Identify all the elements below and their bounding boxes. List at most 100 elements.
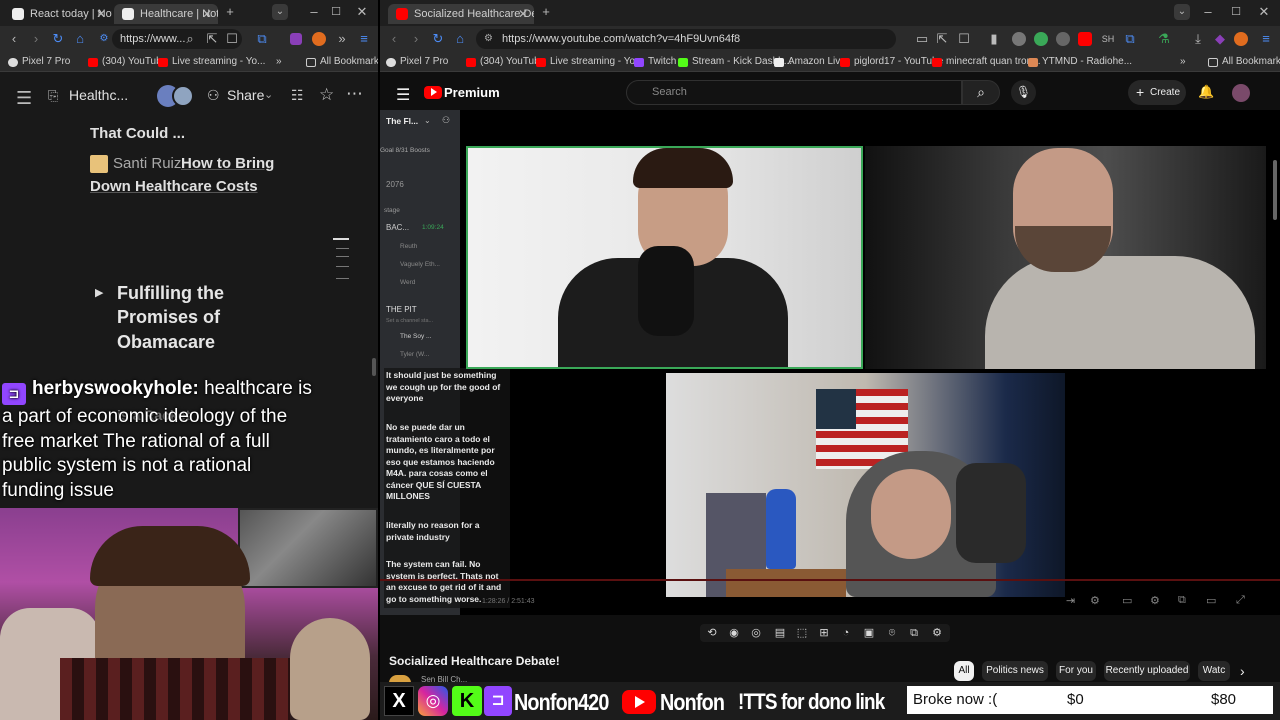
- chip-politics-news[interactable]: Politics news: [982, 661, 1048, 681]
- all-bookmarks[interactable]: All Bookmarks: [1208, 55, 1280, 69]
- miniplayer-icon[interactable]: ⧉: [1178, 594, 1186, 607]
- new-tab-icon[interactable]: +: [222, 4, 238, 20]
- bookmark-twitch[interactable]: Twitch: [634, 55, 676, 69]
- repeat-icon[interactable]: ⟲: [705, 626, 719, 640]
- profile-icon[interactable]: [1234, 32, 1248, 46]
- bookmark-youtube[interactable]: (304) YouTube: [88, 55, 167, 69]
- chevron-down-icon[interactable]: ⌄: [264, 88, 273, 101]
- scrollbar-thumb[interactable]: [372, 358, 376, 376]
- search-button[interactable]: ⌕: [962, 80, 1000, 105]
- cast-icon[interactable]: ▭: [914, 31, 930, 47]
- chip-watched[interactable]: Watc: [1198, 661, 1230, 681]
- chevron-down-icon[interactable]: ⌄: [1174, 4, 1190, 20]
- grammarly-icon[interactable]: [1034, 32, 1048, 46]
- forward-icon[interactable]: ›: [28, 31, 44, 47]
- maximize-icon[interactable]: ☐: [1228, 4, 1244, 20]
- lab-icon[interactable]: ⚗: [1156, 31, 1172, 47]
- sidebar-menu-icon[interactable]: ☰: [16, 88, 32, 109]
- chip-for-you[interactable]: For you: [1056, 661, 1096, 681]
- home-icon[interactable]: ⌂: [452, 31, 468, 47]
- url-field[interactable]: ⚙ https://www.youtube.com/watch?v=4hF9Uv…: [476, 29, 896, 49]
- close-window-icon[interactable]: ✕: [354, 4, 370, 20]
- bookmarks-overflow-icon[interactable]: »: [1180, 55, 1186, 69]
- scrollbar-thumb[interactable]: [1273, 160, 1277, 220]
- site-info-icon[interactable]: ⚙: [96, 31, 112, 47]
- reload-icon[interactable]: ↻: [430, 31, 446, 47]
- article-link-line-2[interactable]: Down Healthcare Costs: [90, 176, 258, 198]
- more-options-icon[interactable]: ⋯: [346, 84, 363, 104]
- toggle-heading-line-3[interactable]: Obamacare: [117, 330, 215, 355]
- create-button[interactable]: + Create: [1128, 80, 1186, 105]
- toc-marker[interactable]: [336, 256, 349, 257]
- share-page-icon[interactable]: ⇱: [204, 31, 220, 47]
- tab-healthcare[interactable]: Healthcare | Notio ✕: [114, 4, 218, 24]
- minimize-icon[interactable]: –: [1200, 4, 1216, 20]
- article-link-line-1[interactable]: How to Bring: [181, 153, 274, 175]
- pip-icon[interactable]: ⧉: [907, 626, 921, 640]
- extension-purple-icon[interactable]: ◆: [1212, 31, 1228, 47]
- audio-icon[interactable]: ◉: [727, 626, 741, 640]
- bookmark-icon[interactable]: ☐: [956, 31, 972, 47]
- bookmark-youtube[interactable]: (304) YouTube: [466, 55, 545, 69]
- toggle-heading-line-2[interactable]: Promises of: [117, 305, 220, 330]
- toc-marker[interactable]: [336, 248, 349, 249]
- extension-icon[interactable]: [1012, 32, 1026, 46]
- eye-icon[interactable]: ◎: [749, 626, 763, 640]
- page-title[interactable]: Healthc...: [69, 87, 128, 103]
- avatar[interactable]: [172, 85, 194, 107]
- crop-icon[interactable]: ⬚: [795, 626, 809, 640]
- chip-all[interactable]: All: [954, 661, 974, 681]
- url-field[interactable]: https://www...: [112, 29, 242, 49]
- minimize-icon[interactable]: –: [306, 4, 322, 20]
- youtube-extension-icon[interactable]: [1078, 32, 1092, 46]
- extension-icon[interactable]: ⧉: [254, 31, 270, 47]
- site-info-icon[interactable]: ⚙: [484, 29, 493, 49]
- back-icon[interactable]: ‹: [6, 31, 22, 47]
- bookmark-piglord[interactable]: piglord17 - YouTube: [840, 55, 943, 69]
- channel-name[interactable]: Sen Bill Ch...: [421, 675, 467, 682]
- extension-icon[interactable]: [1056, 32, 1070, 46]
- toggle-arrow-icon[interactable]: ▶: [95, 286, 103, 299]
- chevron-right-icon[interactable]: ›: [1240, 663, 1245, 679]
- share-button[interactable]: Share: [227, 87, 264, 103]
- menu-icon[interactable]: ☰: [396, 85, 410, 105]
- bookmark-pixel[interactable]: Pixel 7 Pro: [8, 55, 70, 69]
- tab-socialized-healthcare[interactable]: Socialized Healthcare Deba ✕: [388, 4, 534, 24]
- bookmark-icon[interactable]: ☐: [224, 31, 240, 47]
- settings-icon[interactable]: ⚙: [930, 626, 944, 640]
- close-tab-icon[interactable]: ✕: [518, 4, 528, 24]
- bookmark-amazon-live[interactable]: Amazon Live: [774, 55, 846, 69]
- youtube-premium-logo[interactable]: Premium: [444, 85, 500, 100]
- bookmark-pixel[interactable]: Pixel 7 Pro: [386, 55, 448, 69]
- bookmark-ytmnd[interactable]: YTMND - Radiohe...: [1028, 55, 1132, 69]
- partial-heading[interactable]: That Could ...: [90, 123, 185, 145]
- captions-icon[interactable]: ▭: [1122, 594, 1132, 607]
- chevron-down-icon[interactable]: ⌄: [272, 4, 288, 20]
- all-bookmarks[interactable]: All Bookmarks: [306, 55, 384, 69]
- screenshot-icon[interactable]: ⌾: [885, 626, 899, 640]
- search-icon[interactable]: ⌕: [182, 31, 198, 47]
- favorite-star-icon[interactable]: ☆: [319, 85, 334, 105]
- maximize-icon[interactable]: ☐: [328, 4, 344, 20]
- skip-icon[interactable]: ⇥: [1066, 594, 1075, 607]
- bookmark-minecraft[interactable]: minecraft quan tron...: [932, 55, 1041, 69]
- notifications-bell-icon[interactable]: 🔔: [1198, 84, 1214, 100]
- more-extensions-icon[interactable]: »: [334, 31, 350, 47]
- video-player[interactable]: The Fl... ⌄ ⚇ Goal 8/31 Boosts 2076 stag…: [380, 110, 1280, 615]
- grid-icon[interactable]: ⊞: [817, 626, 831, 640]
- close-window-icon[interactable]: ✕: [1256, 4, 1272, 20]
- menu-icon[interactable]: ≡: [1258, 31, 1274, 47]
- back-icon[interactable]: ‹: [386, 31, 402, 47]
- extension-sh-icon[interactable]: SH: [1100, 31, 1116, 47]
- share-page-icon[interactable]: ⇱: [934, 31, 950, 47]
- theater-icon[interactable]: ▭: [1206, 594, 1216, 607]
- toc-marker[interactable]: [333, 238, 349, 240]
- comments-icon[interactable]: ☷: [291, 87, 304, 104]
- download-icon[interactable]: ⤓: [1190, 31, 1206, 47]
- extension-purple-icon[interactable]: [290, 33, 302, 45]
- bookmark-live-streaming[interactable]: Live streaming - Yo...: [536, 55, 643, 69]
- bookmark-live-streaming[interactable]: Live streaming - Yo...: [158, 55, 265, 69]
- menu-icon[interactable]: ≡: [356, 31, 372, 47]
- share-icon[interactable]: ⚇: [207, 87, 220, 104]
- toc-marker[interactable]: [336, 266, 349, 267]
